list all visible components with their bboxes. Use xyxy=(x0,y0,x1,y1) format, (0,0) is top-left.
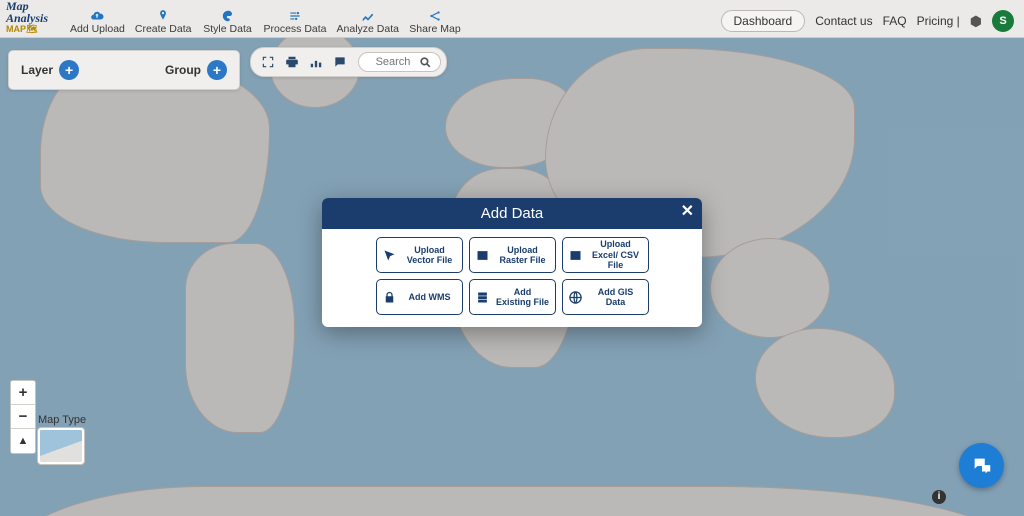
zoom-out-button[interactable]: − xyxy=(11,405,35,429)
search-input[interactable] xyxy=(367,55,419,69)
option-label: Add GIS Data xyxy=(589,287,643,308)
map-type-panel: Map Type xyxy=(38,414,86,464)
modal-header: Add Data ✕ xyxy=(322,198,702,229)
tab-label: Add Upload xyxy=(70,23,125,35)
pricing-link[interactable]: Pricing | xyxy=(917,14,960,28)
tab-create-data[interactable]: Create Data xyxy=(135,9,192,35)
palette-icon xyxy=(219,9,237,23)
layer-side: Layer + xyxy=(21,60,79,80)
tab-add-upload[interactable]: Add Upload xyxy=(70,9,125,35)
map-type-label: Map Type xyxy=(38,414,86,426)
info-button[interactable]: i xyxy=(932,490,946,504)
group-side: Group + xyxy=(165,60,227,80)
cube-icon[interactable]: ⬢ xyxy=(970,13,982,30)
fullscreen-button[interactable] xyxy=(256,51,280,73)
header-tabs: Add Upload Create Data Style Data Proces… xyxy=(70,9,461,37)
brand-logo: Map Analysis MAP🗺 xyxy=(0,0,70,37)
tab-label: Create Data xyxy=(135,23,192,35)
print-icon xyxy=(285,55,299,69)
pin-icon xyxy=(154,9,172,23)
tab-share-map[interactable]: Share Map xyxy=(409,9,461,35)
print-button[interactable] xyxy=(280,51,304,73)
modal-body: Upload Vector File Upload Raster File Up… xyxy=(322,229,702,327)
add-group-button[interactable]: + xyxy=(207,60,227,80)
add-data-modal: Add Data ✕ Upload Vector File Upload Ras… xyxy=(322,198,702,327)
measure-button[interactable] xyxy=(304,51,328,73)
drawer-icon xyxy=(475,290,491,305)
upload-raster-option[interactable]: Upload Raster File xyxy=(469,237,556,273)
cloud-upload-icon xyxy=(88,9,106,23)
group-label: Group xyxy=(165,63,201,77)
upload-excel-option[interactable]: Upload Excel/ CSV File xyxy=(562,237,649,273)
app-header: Map Analysis MAP🗺 Add Upload Create Data… xyxy=(0,0,1024,38)
add-wms-option[interactable]: Add WMS xyxy=(376,279,463,315)
tab-analyze-data[interactable]: Analyze Data xyxy=(337,9,399,35)
comment-button[interactable] xyxy=(328,51,352,73)
header-right: Dashboard Contact us FAQ Pricing | ⬢ S xyxy=(721,10,1024,37)
vector-icon xyxy=(382,248,398,263)
avatar[interactable]: S xyxy=(992,10,1014,32)
tab-label: Style Data xyxy=(203,23,251,35)
chat-fab[interactable] xyxy=(959,443,1004,488)
contact-link[interactable]: Contact us xyxy=(815,14,872,28)
add-layer-button[interactable]: + xyxy=(59,60,79,80)
brand-subtitle: MAP🗺 xyxy=(6,24,64,34)
share-icon xyxy=(426,9,444,23)
tab-style-data[interactable]: Style Data xyxy=(202,9,254,35)
chart-icon xyxy=(359,9,377,23)
option-label: Upload Raster File xyxy=(496,245,550,266)
image-icon xyxy=(475,248,491,263)
faq-link[interactable]: FAQ xyxy=(883,14,907,28)
brand-title: Map Analysis xyxy=(6,0,64,24)
tab-label: Analyze Data xyxy=(337,23,399,35)
layer-label: Layer xyxy=(21,63,53,77)
fullscreen-icon xyxy=(261,55,275,69)
table-icon xyxy=(568,248,584,263)
zoom-in-button[interactable]: + xyxy=(11,381,35,405)
globe-icon xyxy=(568,290,584,305)
search-icon xyxy=(419,56,432,69)
zoom-controls: + − ▲ xyxy=(10,380,36,454)
add-gis-option[interactable]: Add GIS Data xyxy=(562,279,649,315)
map-search[interactable] xyxy=(358,52,441,72)
measure-icon xyxy=(309,55,323,69)
option-label: Upload Excel/ CSV File xyxy=(589,239,643,270)
option-label: Add WMS xyxy=(403,292,457,302)
compass-button[interactable]: ▲ xyxy=(11,429,35,453)
add-existing-option[interactable]: Add Existing File xyxy=(469,279,556,315)
upload-vector-option[interactable]: Upload Vector File xyxy=(376,237,463,273)
option-label: Upload Vector File xyxy=(403,245,457,266)
comment-icon xyxy=(333,55,347,69)
sliders-icon xyxy=(286,9,304,23)
tab-label: Process Data xyxy=(264,23,327,35)
dashboard-button[interactable]: Dashboard xyxy=(721,10,806,32)
layer-panel: Layer + Group + xyxy=(8,50,240,90)
map-type-thumb[interactable] xyxy=(38,428,84,464)
tab-label: Share Map xyxy=(409,23,460,35)
close-icon[interactable]: ✕ xyxy=(681,204,694,220)
lock-icon xyxy=(382,290,398,305)
option-label: Add Existing File xyxy=(496,287,550,308)
chat-icon xyxy=(971,455,993,477)
map-toolbar xyxy=(250,47,447,77)
tab-process-data[interactable]: Process Data xyxy=(264,9,327,35)
modal-title: Add Data xyxy=(481,205,544,222)
